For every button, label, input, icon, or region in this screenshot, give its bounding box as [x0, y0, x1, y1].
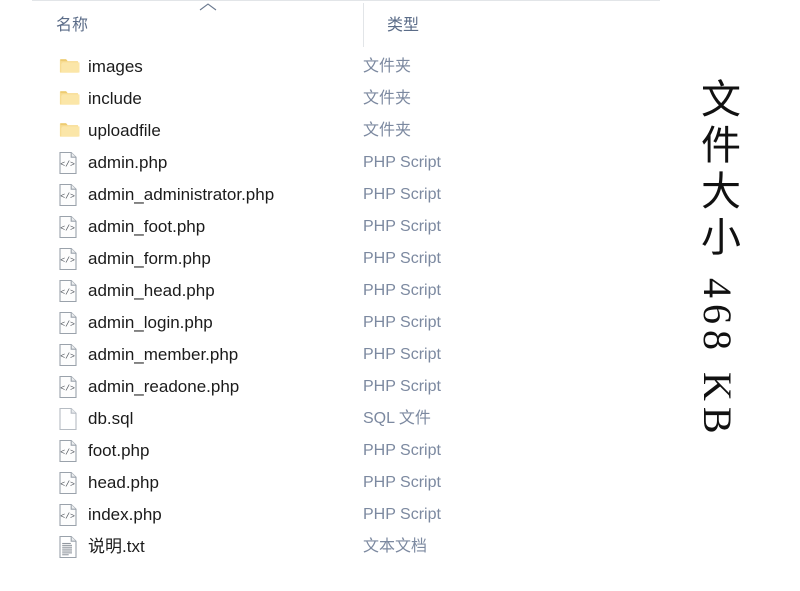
sort-ascending-chevron-up-icon[interactable] — [197, 2, 219, 12]
file-list-view: 名称 类型 images 文件夹 include 文件夹 uploadfile 文件夹 </… — [0, 0, 800, 591]
folder-icon — [58, 119, 80, 143]
file-type: PHP Script — [363, 250, 441, 267]
svg-text:</>: </> — [60, 352, 75, 362]
folder-icon — [58, 87, 80, 111]
svg-text:</>: </> — [60, 160, 75, 170]
file-name: admin_form.php — [88, 249, 211, 268]
file-name: admin_readone.php — [88, 377, 240, 396]
svg-text:</>: </> — [60, 192, 75, 202]
file-type: PHP Script — [363, 186, 441, 203]
file-name: index.php — [88, 505, 162, 524]
file-name: admin_foot.php — [88, 217, 206, 236]
blank-file-icon — [58, 407, 80, 431]
file-name: foot.php — [88, 441, 150, 460]
file-name: admin_member.php — [88, 345, 239, 364]
file-type: PHP Script — [363, 442, 441, 459]
code-file-icon: </> — [58, 311, 80, 335]
code-file-icon: </> — [58, 279, 80, 303]
column-header-bar: 名称 类型 — [32, 0, 660, 47]
file-type: PHP Script — [363, 314, 441, 331]
file-name: admin_administrator.php — [88, 185, 275, 204]
code-file-icon: </> — [58, 151, 80, 175]
file-type: SQL 文件 — [363, 410, 431, 427]
code-file-icon: </> — [58, 375, 80, 399]
text-file-icon — [58, 535, 80, 559]
column-divider[interactable] — [363, 3, 364, 47]
code-file-icon: </> — [58, 503, 80, 527]
file-name: head.php — [88, 473, 159, 492]
file-type: 文件夹 — [363, 58, 412, 75]
file-type: PHP Script — [363, 282, 441, 299]
folder-icon — [58, 55, 80, 79]
code-file-icon: </> — [58, 439, 80, 463]
file-name: 说明.txt — [88, 537, 145, 556]
file-name: uploadfile — [88, 121, 161, 140]
file-name: admin.php — [88, 153, 168, 172]
code-file-icon: </> — [58, 247, 80, 271]
svg-text:</>: </> — [60, 224, 75, 234]
code-file-icon: </> — [58, 471, 80, 495]
file-type: PHP Script — [363, 378, 441, 395]
file-type: 文本文档 — [363, 538, 428, 555]
file-type: PHP Script — [363, 346, 441, 363]
file-name: admin_login.php — [88, 313, 213, 332]
file-name: admin_head.php — [88, 281, 215, 300]
file-type: PHP Script — [363, 506, 441, 523]
file-name: include — [88, 89, 142, 108]
file-type: 文件夹 — [363, 90, 412, 107]
code-file-icon: </> — [58, 343, 80, 367]
file-type: PHP Script — [363, 218, 441, 235]
svg-text:</>: </> — [60, 448, 75, 458]
code-file-icon: </> — [58, 215, 80, 239]
svg-text:</>: </> — [60, 512, 75, 522]
file-row[interactable]: 说明.txt 文本文档 — [0, 532, 800, 564]
file-name: images — [88, 57, 143, 76]
svg-text:</>: </> — [60, 384, 75, 394]
column-header-name[interactable]: 名称 — [56, 11, 88, 35]
column-header-type[interactable]: 类型 — [387, 11, 419, 35]
file-name: db.sql — [88, 409, 134, 428]
svg-text:</>: </> — [60, 480, 75, 490]
file-type: PHP Script — [363, 154, 441, 171]
file-type: PHP Script — [363, 474, 441, 491]
file-size-vertical-label: 文件大小 468 KB — [695, 78, 740, 440]
file-type: 文件夹 — [363, 122, 412, 139]
svg-text:</>: </> — [60, 256, 75, 266]
svg-text:</>: </> — [60, 288, 75, 298]
svg-text:</>: </> — [60, 320, 75, 330]
code-file-icon: </> — [58, 183, 80, 207]
